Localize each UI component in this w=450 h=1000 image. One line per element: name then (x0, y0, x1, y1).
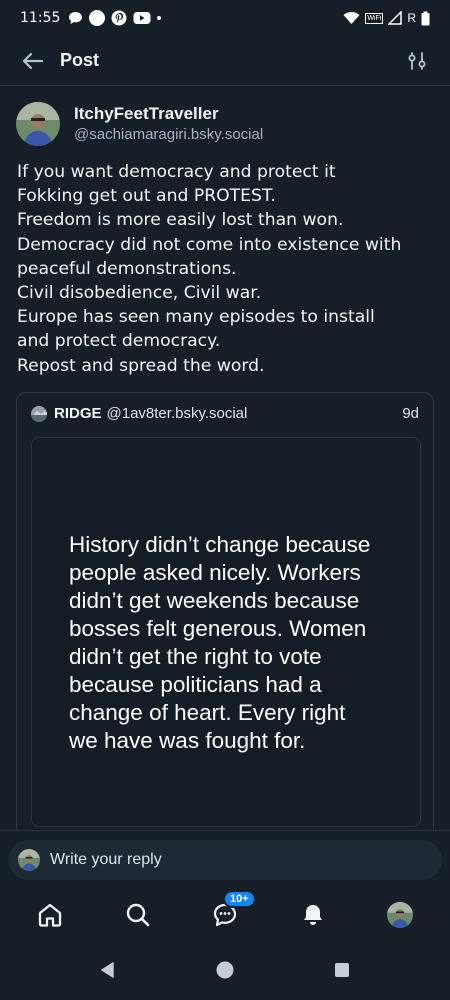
signal-icon (388, 11, 403, 25)
wifi-icon (343, 12, 360, 24)
post-text: If you want democracy and protect it Fok… (17, 160, 437, 378)
post-line: Repost and spread the word. (17, 355, 265, 376)
post-line: and protect democracy. (17, 331, 221, 352)
nav-home[interactable] (36, 901, 64, 929)
post-line: Democracy did not come into existence wi… (17, 234, 402, 255)
search-icon (126, 903, 149, 927)
image-text-line: History didn’t change because (69, 532, 371, 557)
author-avatar[interactable] (16, 102, 60, 146)
system-home-button[interactable] (214, 959, 236, 981)
thread-settings-button[interactable] (404, 48, 430, 74)
post-line: If you want democracy and protect it (17, 162, 336, 182)
quoted-author-avatar (31, 405, 47, 422)
top-app-bar: Post (0, 36, 450, 86)
triangle-back-icon (101, 962, 114, 978)
square-recents-icon (335, 963, 349, 977)
chat-badge: 10+ (223, 890, 256, 908)
post-line: Freedom is more easily lost than won. (17, 210, 344, 231)
quoted-post-image[interactable]: History didn’t change because people ask… (31, 437, 421, 827)
quoted-author-name: RIDGE (54, 405, 102, 422)
system-navigation (0, 940, 450, 1000)
reply-bar: Write your reply (0, 830, 450, 890)
author-display-name[interactable]: ItchyFeetTraveller (74, 103, 263, 125)
user-avatar (18, 849, 40, 871)
image-text-line: bosses felt generous. Women (69, 616, 367, 641)
reply-input[interactable]: Write your reply (8, 840, 442, 880)
quoted-author-handle: @1av8ter.bsky.social (106, 405, 248, 422)
image-text-line: because politicians had a (69, 672, 322, 697)
pinterest-icon (111, 10, 127, 26)
more-notifications-dot (157, 16, 162, 20)
post-line: Civil disobedience, Civil war. (17, 283, 262, 304)
quoted-image-text: History didn’t change because people ask… (69, 531, 399, 755)
nav-search[interactable] (124, 901, 152, 929)
post-line: peaceful demonstrations. (17, 258, 237, 279)
nav-profile[interactable] (386, 901, 414, 929)
sliders-icon (408, 51, 426, 70)
post-line: Fokking get out and PROTEST. (17, 186, 276, 207)
image-text-line: people asked nicely. Workers (69, 560, 361, 585)
quoted-post[interactable]: RIDGE @1av8ter.bsky.social 9d History di… (16, 392, 434, 842)
reply-placeholder: Write your reply (50, 851, 162, 868)
home-icon (38, 903, 62, 927)
image-text-line: we have was fought for. (69, 728, 306, 753)
quoted-post-time: 9d (402, 405, 419, 422)
nav-chat[interactable]: 10+ (211, 890, 256, 929)
youtube-icon (133, 12, 151, 24)
image-text-line: didn’t get the right to vote (69, 644, 322, 669)
notifications-icon (303, 905, 322, 925)
arrow-left-icon (22, 52, 44, 69)
status-time: 11:55 (20, 10, 61, 26)
chat-bubble-icon (69, 12, 83, 24)
wifi-badge: WiFi (365, 12, 384, 24)
profile-avatar (387, 902, 413, 928)
author-handle[interactable]: @sachiamaragiri.bsky.social (74, 125, 263, 145)
battery-icon (421, 11, 430, 25)
circle-home-icon (216, 961, 234, 979)
quoted-post-header: RIDGE @1av8ter.bsky.social 9d (31, 405, 419, 422)
post-author[interactable]: ItchyFeetTraveller @sachiamaragiri.bsky.… (16, 102, 263, 146)
status-bar: 11:55 WiFi R (0, 0, 450, 36)
bottom-navigation: 10+ (0, 890, 450, 940)
image-text-line: didn’t get weekends because (69, 588, 360, 613)
roaming-indicator: R (407, 11, 416, 25)
circle-icon (89, 10, 106, 26)
post-line: Europe has seen many episodes to install (17, 307, 375, 328)
nav-notifications[interactable] (299, 901, 327, 929)
system-recents-button[interactable] (331, 959, 353, 981)
system-back-button[interactable] (97, 959, 119, 981)
image-text-line: change of heart. Every right (69, 700, 346, 725)
back-button[interactable] (20, 48, 46, 74)
page-title: Post (60, 50, 100, 70)
